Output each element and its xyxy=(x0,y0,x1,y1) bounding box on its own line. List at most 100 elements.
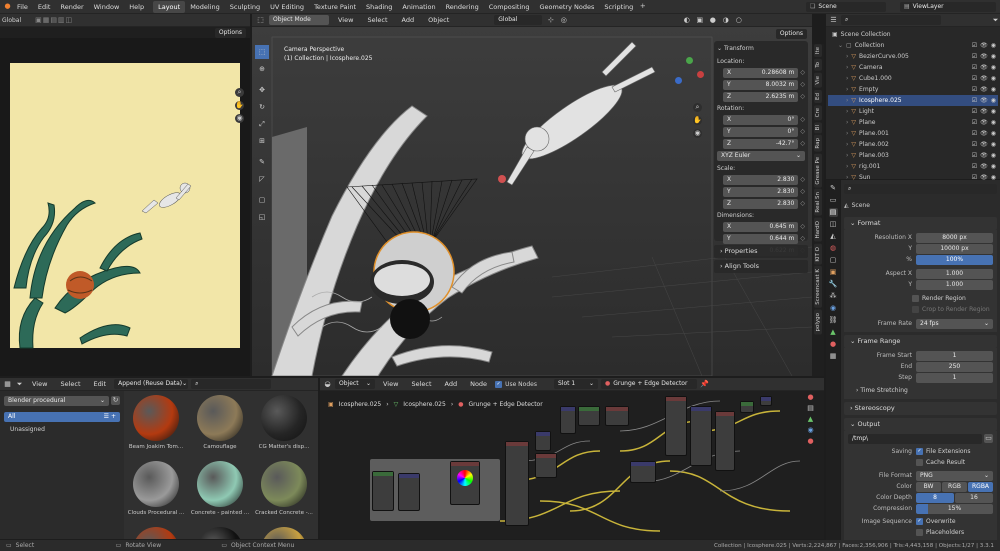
camera-icon[interactable]: ◉ xyxy=(991,84,996,95)
asset-tile[interactable]: Camouflage xyxy=(190,395,250,457)
expand-icon[interactable]: › xyxy=(846,139,848,150)
keyframe-dot-icon[interactable]: ◇ xyxy=(800,198,805,209)
slot-select[interactable]: Slot 1 ⌄ xyxy=(553,379,598,389)
move-tool-icon[interactable]: ✥ xyxy=(255,83,269,97)
pin-icon[interactable]: 📌 xyxy=(700,380,709,389)
checkbox-icon[interactable]: ☑ xyxy=(972,161,977,172)
gizmo-y-dot[interactable] xyxy=(675,77,682,84)
shader-node[interactable] xyxy=(740,401,754,413)
eye-icon[interactable]: 👁 xyxy=(980,139,988,150)
checkbox-icon[interactable]: ☑ xyxy=(972,106,977,117)
viewport-zoom-icon[interactable]: ⌕ xyxy=(693,103,702,112)
aspect-y-field[interactable]: 1.000 xyxy=(916,279,993,290)
shader-node[interactable] xyxy=(760,396,772,406)
placeholders-checkbox[interactable] xyxy=(916,529,923,536)
object-mode-select[interactable]: Object Mode xyxy=(269,15,329,25)
expand-icon[interactable]: › xyxy=(846,51,848,62)
tool-tab-icon[interactable]: ✎ xyxy=(829,184,838,193)
camera-icon[interactable]: ◉ xyxy=(991,161,996,172)
asset-menu-edit[interactable]: Edit xyxy=(89,378,112,390)
checkbox-icon[interactable]: ☑ xyxy=(972,51,977,62)
scale-field[interactable]: Y 2.830 xyxy=(723,186,799,197)
asset-tile[interactable]: Beam Joakim Tom... xyxy=(126,395,186,457)
physics-tab-icon[interactable]: ◉ xyxy=(829,304,838,313)
eye-icon[interactable]: 👁 xyxy=(980,106,988,117)
color-rgba-option[interactable]: RGBA xyxy=(968,481,993,492)
scene-collection-row[interactable]: ▣ Scene Collection xyxy=(828,29,998,40)
add-cube-tool-icon[interactable]: ▢ xyxy=(255,193,269,207)
location-field[interactable]: Z 2.6235 m xyxy=(723,91,799,102)
sidebar-tab[interactable]: Screencast K xyxy=(814,266,822,308)
checkbox-icon[interactable]: ☑ xyxy=(972,62,977,73)
camera-icon[interactable]: ◉ xyxy=(991,95,996,106)
color-depth-8-option[interactable]: 8 xyxy=(916,492,954,503)
menu-file[interactable]: File xyxy=(12,1,33,13)
use-nodes-checkbox[interactable]: ✓ xyxy=(495,380,503,388)
node-menu-node[interactable]: Node xyxy=(465,378,492,390)
dimension-field[interactable]: X 0.645 m xyxy=(723,221,799,232)
folder-icon[interactable]: ▭ xyxy=(984,434,993,443)
shading-material-icon[interactable]: ◑ xyxy=(721,16,730,25)
frame-rate-select[interactable]: 24 fps ⌄ xyxy=(916,318,993,329)
camera-icon[interactable]: ◉ xyxy=(991,117,996,128)
sidebar-tab[interactable]: Bl xyxy=(814,121,822,134)
asset-tile[interactable]: Clouds Procedural ... xyxy=(126,461,186,523)
outliner-row[interactable]: › ▽ rig.001 ☑ 👁 ◉ xyxy=(828,161,998,172)
output-section-header[interactable]: ⌄ Output xyxy=(844,418,997,431)
shader-node[interactable] xyxy=(630,461,656,483)
zoom-icon[interactable]: ⌕ xyxy=(235,88,244,97)
eye-icon[interactable]: 👁 xyxy=(980,62,988,73)
properties-search[interactable]: ⌕ xyxy=(844,183,997,194)
location-field[interactable]: X 0.28608 m xyxy=(723,67,799,78)
checkbox-icon[interactable]: ☑ xyxy=(972,84,977,95)
keyframe-dot-icon[interactable]: ◇ xyxy=(800,186,805,197)
sidebar-tab[interactable]: Ed xyxy=(814,89,822,103)
eye-icon[interactable]: 👁 xyxy=(980,150,988,161)
node-sidebar-icon[interactable]: ▤ xyxy=(806,404,815,413)
expand-icon[interactable]: ⌄ xyxy=(838,40,843,51)
menu-render[interactable]: Render xyxy=(55,1,88,13)
outliner-row[interactable]: › ▽ Icosphere.025 ☑ 👁 ◉ xyxy=(828,95,998,106)
eye-icon[interactable]: 👁 xyxy=(980,40,988,51)
expand-icon[interactable]: › xyxy=(846,128,848,139)
measure-tool-icon[interactable]: ◸ xyxy=(255,172,269,186)
tab-scripting[interactable]: Scripting xyxy=(599,1,638,13)
eye-icon[interactable]: 👁 xyxy=(980,84,988,95)
import-mode-select[interactable]: Append (Reuse Data) ⌄ xyxy=(114,379,189,389)
overlay-icon[interactable]: ◐ xyxy=(682,16,691,25)
camera-icon[interactable]: ◉ xyxy=(991,128,996,139)
node-menu-select[interactable]: Select xyxy=(406,378,436,390)
tab-layout[interactable]: Layout xyxy=(153,0,186,13)
transform-tool-icon[interactable]: ⊞ xyxy=(255,134,269,148)
tab-shading[interactable]: Shading xyxy=(361,1,397,13)
node-canvas[interactable]: ▣ Icosphere.025 › ▽ Icosphere.025 › ● Grung… xyxy=(320,391,824,539)
rotation-field[interactable]: Y 0° xyxy=(723,126,799,137)
asset-tile[interactable] xyxy=(190,527,250,539)
tab-texture-paint[interactable]: Texture Paint xyxy=(309,1,361,13)
sidebar-tab[interactable]: Cre xyxy=(814,104,822,120)
shader-node[interactable] xyxy=(535,453,557,478)
keyframe-dot-icon[interactable]: ◇ xyxy=(800,233,805,244)
keyframe-dot-icon[interactable]: ◇ xyxy=(800,174,805,185)
camera-icon[interactable]: ◉ xyxy=(991,150,996,161)
outliner-row[interactable]: › ▽ Plane ☑ 👁 ◉ xyxy=(828,117,998,128)
camera-icon[interactable]: ◉ xyxy=(991,139,996,150)
viewport-menu-view[interactable]: View xyxy=(333,14,358,26)
tab-rendering[interactable]: Rendering xyxy=(441,1,484,13)
asset-tile[interactable]: Cracked Concrete -... xyxy=(254,461,314,523)
eye-icon[interactable]: 👁 xyxy=(980,51,988,62)
checkbox-icon[interactable]: ☑ xyxy=(972,139,977,150)
scale-field[interactable]: X 2.830 xyxy=(723,174,799,185)
scale-field[interactable]: Z 2.830 xyxy=(723,198,799,209)
eye-icon[interactable]: 👁 xyxy=(980,128,988,139)
blender-logo-icon[interactable]: ● xyxy=(3,2,12,11)
expand-icon[interactable]: › xyxy=(846,117,848,128)
shader-node[interactable] xyxy=(605,406,629,426)
transform-orientation-select[interactable]: Global xyxy=(494,15,543,25)
shading-rendered-icon[interactable]: ○ xyxy=(734,16,743,25)
camera-icon[interactable]: ◉ xyxy=(991,40,996,51)
stereoscopy-section-header[interactable]: › Stereoscopy xyxy=(844,402,997,415)
menu-help[interactable]: Help xyxy=(124,1,149,13)
align-tools-panel-header[interactable]: › Align Tools xyxy=(714,260,808,273)
cache-result-checkbox[interactable] xyxy=(916,459,923,466)
